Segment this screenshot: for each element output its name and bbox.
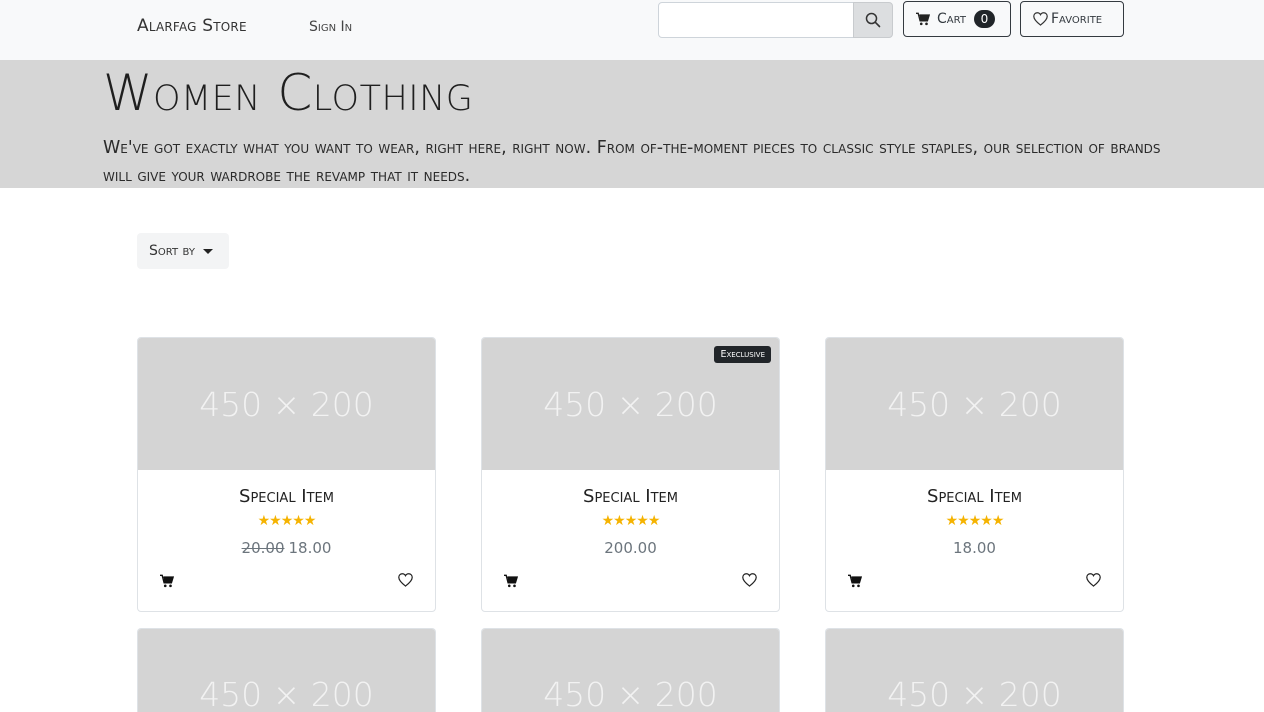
sort-dropdown[interactable]: Sort by [137, 233, 229, 269]
exclusive-badge: Execlusive [714, 346, 771, 363]
product-image[interactable]: 450 × 200 [482, 629, 779, 712]
add-to-cart-icon[interactable] [848, 574, 862, 588]
product-image[interactable]: 450 × 200 [138, 338, 435, 470]
search-icon [865, 12, 881, 28]
cart-icon [916, 12, 930, 26]
product-image[interactable]: 450 × 200 [826, 629, 1123, 712]
add-to-cart-icon[interactable] [504, 574, 518, 588]
heart-icon [1033, 12, 1048, 26]
product-price: 20.00 18.00 [138, 539, 435, 557]
navbar: Alarfag Store Sign In Cart 0 Favorite [0, 0, 1264, 60]
product-card[interactable]: 450 × 200 [481, 628, 780, 712]
product-card[interactable]: 450 × 200 [137, 628, 436, 712]
page-title: Women Clothing [103, 64, 474, 122]
rating-stars: ★★★★★ [257, 513, 317, 529]
favorite-button[interactable]: Favorite [1020, 1, 1124, 37]
product-image[interactable]: 450 × 200 [138, 629, 435, 712]
rating-stars: ★★★★★ [945, 513, 1005, 529]
product-price: 18.00 [826, 539, 1123, 557]
product-title[interactable]: Special Item [482, 486, 779, 507]
product-card[interactable]: 450 × 200 Special Item ★★★★★ 18.00 [825, 337, 1124, 612]
search-input[interactable] [658, 2, 854, 38]
cart-count-badge: 0 [973, 10, 995, 28]
brand-link[interactable]: Alarfag Store [137, 16, 247, 36]
cart-button[interactable]: Cart 0 [903, 1, 1011, 37]
hero-banner: Women Clothing We've got exactly what yo… [0, 60, 1264, 188]
search-button[interactable] [853, 2, 893, 38]
product-image[interactable]: 450 × 200 [826, 338, 1123, 470]
product-title[interactable]: Special Item [138, 486, 435, 507]
add-to-favorite-icon[interactable] [398, 573, 413, 587]
page-subtitle: We've got exactly what you want to wear,… [103, 138, 1161, 186]
caret-down-icon [202, 248, 213, 254]
old-price: 20.00 [241, 539, 285, 557]
cart-label: Cart [937, 11, 966, 27]
current-price: 18.00 [953, 539, 996, 557]
product-title[interactable]: Special Item [826, 486, 1123, 507]
add-to-favorite-icon[interactable] [1086, 573, 1101, 587]
rating-stars: ★★★★★ [601, 513, 661, 529]
add-to-favorite-icon[interactable] [742, 573, 757, 587]
add-to-cart-icon[interactable] [160, 574, 174, 588]
current-price: 18.00 [288, 539, 332, 557]
product-price: 200.00 [482, 539, 779, 557]
product-card[interactable]: 450 × 200 Execlusive Special Item ★★★★★ … [481, 337, 780, 612]
favorite-label: Favorite [1051, 11, 1103, 27]
signin-link[interactable]: Sign In [309, 19, 352, 35]
sort-label: Sort by [149, 243, 195, 259]
current-price: 200.00 [604, 539, 657, 557]
product-card[interactable]: 450 × 200 Special Item ★★★★★ 20.00 18.00 [137, 337, 436, 612]
product-card[interactable]: 450 × 200 [825, 628, 1124, 712]
